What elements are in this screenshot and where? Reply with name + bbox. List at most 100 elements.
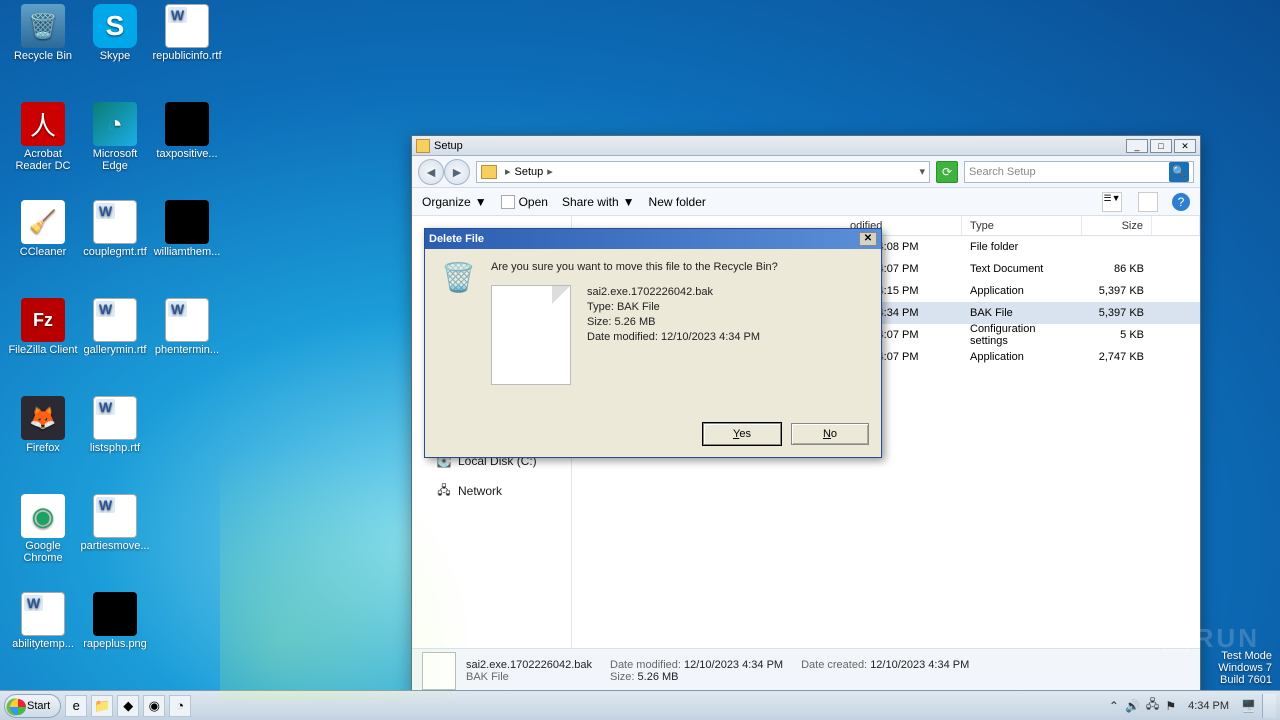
desktop-icon-rapeplus-png[interactable]: rapeplus.png bbox=[80, 592, 150, 650]
folder-icon bbox=[481, 165, 497, 179]
rtf-icon bbox=[93, 396, 137, 440]
desktop-icon-listsphp-rtf[interactable]: listsphp.rtf bbox=[80, 396, 150, 454]
help-icon[interactable]: ? bbox=[1172, 193, 1190, 211]
file-thumbnail bbox=[491, 285, 571, 385]
taskbar-ie-icon[interactable]: e bbox=[65, 695, 87, 717]
refresh-button[interactable]: ⟳ bbox=[936, 161, 958, 183]
details-name: sai2.exe.1702226042.bak bbox=[466, 659, 592, 671]
open-button[interactable]: Open bbox=[501, 195, 548, 209]
desktop-icon-filezilla-client[interactable]: FileZilla Client bbox=[8, 298, 78, 356]
share-button[interactable]: Share with▼ bbox=[562, 195, 635, 209]
command-bar: Organize▼ Open Share with▼ New folder ☰▼… bbox=[412, 188, 1200, 216]
nav-bar: ◄ ► ▸ Setup ▸ ▾ ⟳ Search Setup 🔍 bbox=[412, 156, 1200, 188]
tray-flag-icon[interactable]: ⚑ bbox=[1165, 699, 1176, 713]
system-tray: ⌃ 🔊 🖧 ⚑ 4:34 PM 🖥️ bbox=[1109, 694, 1276, 718]
png-icon bbox=[165, 102, 209, 146]
tray-clock[interactable]: 4:34 PM bbox=[1182, 700, 1235, 712]
taskbar-explorer-icon[interactable]: 📁 bbox=[91, 695, 113, 717]
recycle-bin-icon bbox=[441, 261, 475, 301]
desktop-icon-acrobat-reader-dc[interactable]: Acrobat Reader DC bbox=[8, 102, 78, 172]
file-info: sai2.exe.1702226042.bak Type: BAK File S… bbox=[587, 285, 760, 385]
desktop-icon-skype[interactable]: Skype bbox=[80, 4, 150, 62]
show-desktop-button[interactable] bbox=[1262, 694, 1276, 718]
desktop-icon-partiesmove-[interactable]: partiesmove... bbox=[80, 494, 150, 552]
tray-monitor-icon[interactable]: 🖥️ bbox=[1241, 699, 1256, 713]
tray-network-icon[interactable]: 🖧 bbox=[1146, 695, 1159, 716]
chevron-down-icon[interactable]: ▾ bbox=[919, 165, 925, 178]
desktop-icon-taxpositive-[interactable]: taxpositive... bbox=[152, 102, 222, 160]
chevron-down-icon: ▼ bbox=[475, 195, 487, 209]
chevron-down-icon: ▼ bbox=[623, 195, 635, 209]
pdf-icon bbox=[21, 102, 65, 146]
tray-sound-icon[interactable]: 🔊 bbox=[1125, 699, 1140, 713]
desktop-icon-phentermin-[interactable]: phentermin... bbox=[152, 298, 222, 356]
search-placeholder: Search Setup bbox=[969, 166, 1036, 178]
png-icon bbox=[165, 200, 209, 244]
file-icon bbox=[422, 652, 456, 690]
no-button[interactable]: No bbox=[791, 423, 869, 445]
taskbar-edge-icon[interactable]: ◔ bbox=[169, 695, 191, 717]
tray-arrow-icon[interactable]: ⌃ bbox=[1109, 699, 1119, 713]
recycle-icon bbox=[21, 4, 65, 48]
rtf-icon bbox=[93, 298, 137, 342]
maximize-button[interactable]: □ bbox=[1150, 139, 1172, 153]
address-bar[interactable]: ▸ Setup ▸ ▾ bbox=[476, 161, 930, 183]
desktop-icon-williamthem-[interactable]: williamthem... bbox=[152, 200, 222, 258]
search-icon[interactable]: 🔍 bbox=[1169, 162, 1189, 182]
dialog-titlebar[interactable]: Delete File ✕ bbox=[425, 229, 881, 249]
delete-file-dialog: Delete File ✕ Are you sure you want to m… bbox=[424, 228, 882, 458]
organize-button[interactable]: Organize▼ bbox=[422, 195, 487, 209]
desktop-icon-microsoft-edge[interactable]: Microsoft Edge bbox=[80, 102, 150, 172]
taskbar: Start e 📁 ◆ ◉ ◔ ⌃ 🔊 🖧 ⚑ 4:34 PM 🖥️ bbox=[0, 690, 1280, 720]
dialog-title: Delete File bbox=[429, 233, 484, 245]
desktop-icon-gallerymin-rtf[interactable]: gallerymin.rtf bbox=[80, 298, 150, 356]
close-button[interactable]: ✕ bbox=[1174, 139, 1196, 153]
dialog-question: Are you sure you want to move this file … bbox=[491, 261, 865, 273]
window-title: Setup bbox=[434, 140, 463, 152]
start-button[interactable]: Start bbox=[4, 694, 61, 718]
chevron-right-icon: ▸ bbox=[547, 165, 553, 178]
document-icon bbox=[501, 195, 515, 209]
yes-button[interactable]: Yes bbox=[703, 423, 781, 445]
desktop-icon-republicinfo-rtf[interactable]: republicinfo.rtf bbox=[152, 4, 222, 62]
play-icon bbox=[1163, 626, 1189, 652]
search-input[interactable]: Search Setup 🔍 bbox=[964, 161, 1194, 183]
skype-icon bbox=[93, 4, 137, 48]
breadcrumb[interactable]: Setup bbox=[515, 166, 544, 178]
col-size[interactable]: Size bbox=[1082, 216, 1152, 235]
rtf-icon bbox=[93, 200, 137, 244]
taskbar-app-icon[interactable]: ◆ bbox=[117, 695, 139, 717]
sidebar-item-network[interactable]: 🖧 Network bbox=[416, 482, 567, 500]
col-type[interactable]: Type bbox=[962, 216, 1082, 235]
back-button[interactable]: ◄ bbox=[418, 159, 444, 185]
rtf-icon bbox=[21, 592, 65, 636]
chevron-right-icon: ▸ bbox=[505, 165, 511, 178]
preview-pane-button[interactable] bbox=[1138, 192, 1158, 212]
details-pane: sai2.exe.1702226042.bak Date modified: 1… bbox=[412, 648, 1200, 692]
fz-icon bbox=[21, 298, 65, 342]
desktop-icon-recycle-bin[interactable]: Recycle Bin bbox=[8, 4, 78, 62]
cc-icon bbox=[21, 200, 65, 244]
rtf-icon bbox=[165, 4, 209, 48]
forward-button[interactable]: ► bbox=[444, 159, 470, 185]
folder-icon bbox=[416, 139, 430, 153]
chrome-icon bbox=[21, 494, 65, 538]
minimize-button[interactable]: _ bbox=[1126, 139, 1148, 153]
fx-icon bbox=[21, 396, 65, 440]
rtf-icon bbox=[93, 494, 137, 538]
titlebar[interactable]: Setup _ □ ✕ bbox=[412, 136, 1200, 156]
desktop-icon-ccleaner[interactable]: CCleaner bbox=[8, 200, 78, 258]
desktop-icon-firefox[interactable]: Firefox bbox=[8, 396, 78, 454]
newfolder-button[interactable]: New folder bbox=[649, 195, 706, 209]
desktop-icon-abilitytemp-[interactable]: abilitytemp... bbox=[8, 592, 78, 650]
taskbar-chrome-icon[interactable]: ◉ bbox=[143, 695, 165, 717]
network-icon: 🖧 bbox=[436, 484, 452, 498]
view-button[interactable]: ☰▼ bbox=[1102, 192, 1122, 212]
rtf-icon bbox=[165, 298, 209, 342]
close-icon[interactable]: ✕ bbox=[859, 232, 877, 246]
desktop-icon-couplegmt-rtf[interactable]: couplegmt.rtf bbox=[80, 200, 150, 258]
windows-watermark: Test Mode Windows 7 Build 7601 bbox=[1218, 650, 1272, 686]
details-type: BAK File bbox=[466, 671, 592, 683]
desktop-icon-google-chrome[interactable]: Google Chrome bbox=[8, 494, 78, 564]
edge-icon bbox=[93, 102, 137, 146]
